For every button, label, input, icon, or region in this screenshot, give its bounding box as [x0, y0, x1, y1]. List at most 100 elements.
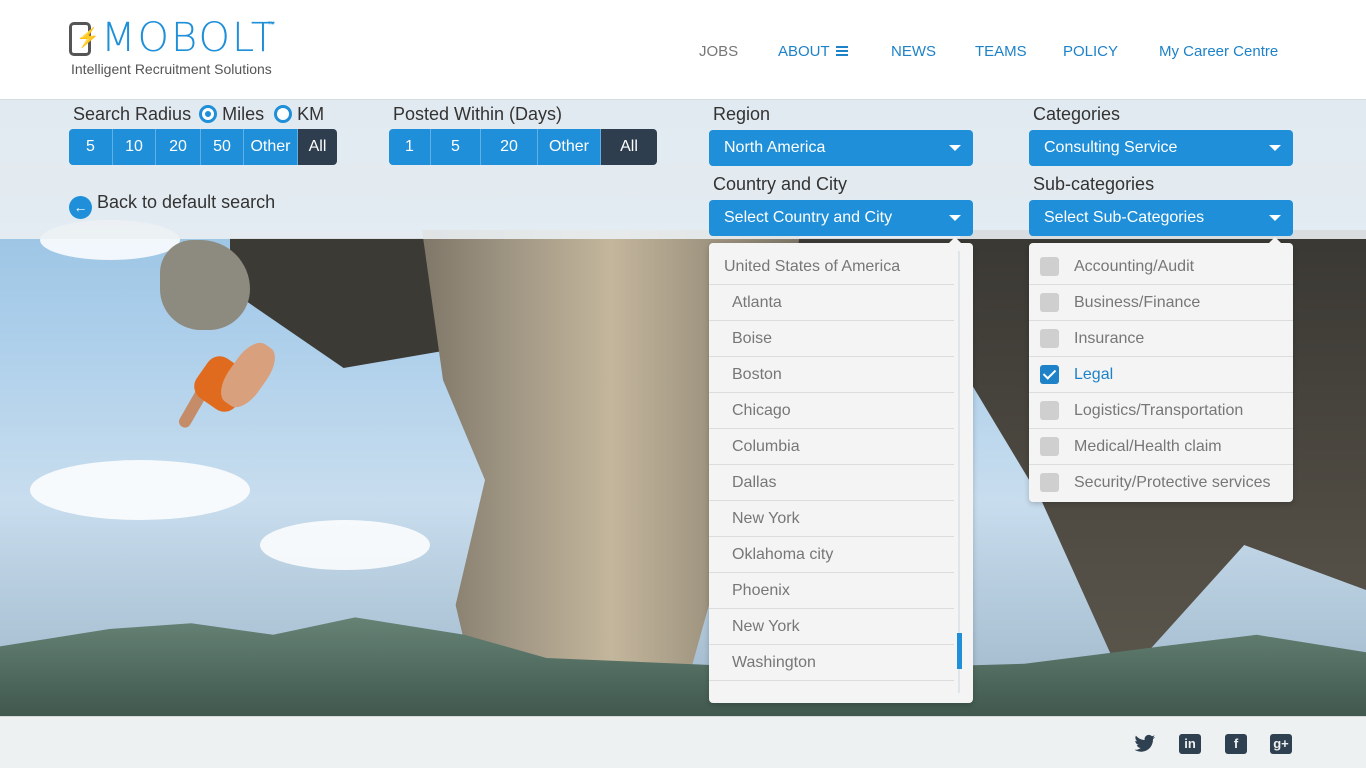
trademark: ™ [267, 20, 275, 29]
nav-about-label: ABOUT [778, 43, 830, 60]
subcategory-label: Security/Protective services [1074, 474, 1271, 491]
posted-option-1[interactable]: 1 [389, 129, 431, 165]
radius-option-50[interactable]: 50 [201, 129, 244, 165]
posted-segmented-control: 1 5 20 Other All [389, 129, 657, 165]
checkbox[interactable] [1040, 257, 1059, 276]
subcategory-option[interactable]: Insurance [1029, 321, 1293, 357]
city-option[interactable]: Boise [709, 321, 954, 357]
city-option[interactable]: Boston [709, 357, 954, 393]
country-city-dropdown: United States of America Atlanta Boise B… [709, 237, 973, 703]
subcategories-label: Sub-categories [1033, 174, 1155, 194]
menu-icon [835, 46, 848, 57]
brand-logo[interactable]: ⚡ MOBOLT ™ Intelligent Recruitment Solut… [69, 16, 289, 80]
checkbox[interactable] [1040, 401, 1059, 420]
posted-option-20[interactable]: 20 [481, 129, 538, 165]
subcategories-select[interactable]: Select Sub-Categories [1029, 200, 1293, 236]
categories-value: Consulting Service [1044, 139, 1178, 156]
subcategory-label: Accounting/Audit [1074, 258, 1195, 275]
subcategory-label: Logistics/Transportation [1074, 402, 1244, 419]
nav-news[interactable]: NEWS [891, 43, 936, 60]
radius-option-all[interactable]: All [298, 129, 337, 165]
cloud [260, 520, 430, 570]
subcategories-placeholder: Select Sub-Categories [1044, 209, 1205, 226]
caret-down-icon [949, 145, 961, 151]
region-value: North America [724, 139, 826, 156]
back-link-label: Back to default search [97, 192, 276, 212]
km-label: KM [297, 104, 325, 124]
subcategory-option[interactable]: Logistics/Transportation [1029, 393, 1293, 429]
caret-down-icon [949, 215, 961, 221]
site-footer: in f g+ [0, 716, 1366, 768]
radius-option-5[interactable]: 5 [69, 129, 113, 165]
twitter-icon[interactable] [1134, 734, 1156, 754]
climber-figure [176, 330, 290, 460]
city-option[interactable]: New York [709, 609, 954, 645]
arrow-left-icon: ← [69, 196, 92, 219]
subcategory-label: Legal [1074, 366, 1114, 383]
checkbox[interactable] [1040, 473, 1059, 492]
subcategory-option[interactable]: Medical/Health claim [1029, 429, 1293, 465]
radius-segmented-control: 5 10 20 50 Other All [69, 129, 337, 165]
country-group-header[interactable]: United States of America [709, 249, 954, 285]
search-radius-label: Search Radius [73, 104, 192, 124]
radius-option-20[interactable]: 20 [156, 129, 201, 165]
city-option[interactable]: Atlanta [709, 285, 954, 321]
country-city-select[interactable]: Select Country and City [709, 200, 973, 236]
scrollbar-track[interactable] [958, 251, 960, 693]
dropdown-pointer [1269, 237, 1281, 243]
km-radio[interactable] [274, 105, 293, 123]
search-radius-row: Search Radius Miles KM [73, 104, 324, 125]
subcategory-option[interactable]: Legal [1029, 357, 1293, 393]
nav-jobs[interactable]: JOBS [699, 43, 738, 60]
nav-policy[interactable]: POLICY [1063, 43, 1118, 60]
miles-radio[interactable] [199, 105, 218, 123]
country-city-placeholder: Select Country and City [724, 209, 893, 226]
radius-option-other[interactable]: Other [244, 129, 298, 165]
city-option[interactable]: Columbia [709, 429, 954, 465]
subcategory-label: Insurance [1074, 330, 1145, 347]
categories-select[interactable]: Consulting Service [1029, 130, 1293, 166]
back-to-default-link[interactable]: ← Back to default search [69, 192, 275, 219]
region-select[interactable]: North America [709, 130, 973, 166]
region-label: Region [713, 104, 771, 124]
checkbox[interactable] [1040, 293, 1059, 312]
scrollbar-thumb[interactable] [957, 633, 962, 669]
checkbox-checked[interactable] [1040, 365, 1059, 384]
posted-option-other[interactable]: Other [538, 129, 601, 165]
nav-career-centre[interactable]: My Career Centre [1159, 43, 1278, 60]
subcategory-label: Business/Finance [1074, 294, 1201, 311]
brand-name: MOBOLT [101, 15, 278, 61]
subcategory-label: Medical/Health claim [1074, 438, 1222, 455]
checkbox[interactable] [1040, 437, 1059, 456]
brand-tagline: Intelligent Recruitment Solutions [71, 61, 272, 77]
miles-label: Miles [222, 104, 265, 124]
cloud [30, 460, 250, 520]
site-header: ⚡ MOBOLT ™ Intelligent Recruitment Solut… [0, 0, 1366, 100]
caret-down-icon [1269, 145, 1281, 151]
subcategories-dropdown: Accounting/Audit Business/Finance Insura… [1029, 237, 1293, 502]
linkedin-icon[interactable]: in [1179, 734, 1201, 754]
caret-down-icon [1269, 215, 1281, 221]
dropdown-pointer [949, 237, 961, 243]
subcategory-option[interactable]: Security/Protective services [1029, 465, 1293, 501]
subcategory-option[interactable]: Business/Finance [1029, 285, 1293, 321]
categories-label: Categories [1033, 104, 1121, 124]
checkbox[interactable] [1040, 329, 1059, 348]
nav-teams[interactable]: TEAMS [975, 43, 1027, 60]
city-option[interactable]: Phoenix [709, 573, 954, 609]
city-option[interactable]: Chicago [709, 393, 954, 429]
nav-about[interactable]: ABOUT [778, 43, 848, 60]
facebook-icon[interactable]: f [1225, 734, 1247, 754]
google-plus-icon[interactable]: g+ [1270, 734, 1292, 754]
posted-option-5[interactable]: 5 [431, 129, 481, 165]
posted-within-label: Posted Within (Days) [393, 104, 563, 124]
city-option[interactable]: Oklahoma city [709, 537, 954, 573]
subcategory-option[interactable]: Accounting/Audit [1029, 249, 1293, 285]
phone-bolt-icon: ⚡ [69, 22, 100, 56]
city-option[interactable]: Washington [709, 645, 954, 681]
country-city-label: Country and City [713, 174, 848, 194]
posted-option-all[interactable]: All [601, 129, 657, 165]
city-option[interactable]: New York [709, 501, 954, 537]
city-option[interactable]: Dallas [709, 465, 954, 501]
radius-option-10[interactable]: 10 [113, 129, 156, 165]
